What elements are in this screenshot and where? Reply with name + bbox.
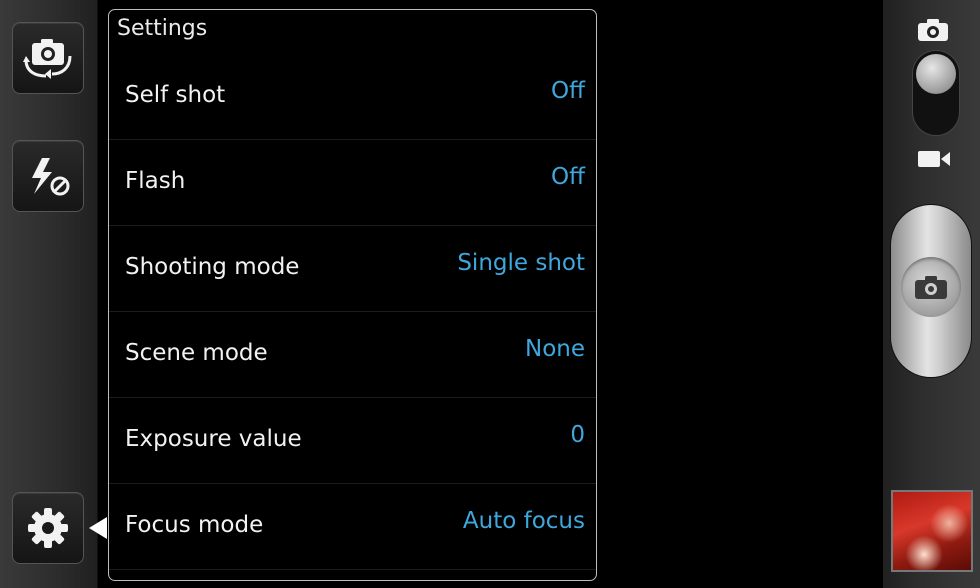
right-control-bar bbox=[883, 0, 980, 588]
camera-icon bbox=[918, 19, 948, 41]
flash-button[interactable] bbox=[12, 140, 84, 212]
gear-icon bbox=[28, 508, 68, 548]
settings-button[interactable] bbox=[12, 492, 84, 564]
setting-value: None bbox=[524, 336, 585, 362]
last-photo-thumbnail[interactable] bbox=[891, 490, 973, 572]
shutter-button[interactable] bbox=[891, 205, 971, 377]
setting-label: Flash bbox=[125, 168, 186, 194]
settings-title: Settings bbox=[117, 16, 208, 41]
setting-label: Shooting mode bbox=[125, 254, 300, 280]
camera-switch-icon bbox=[23, 39, 72, 79]
shutter-camera-icon bbox=[915, 276, 947, 299]
switch-camera-button[interactable] bbox=[12, 22, 84, 94]
left-toolbar bbox=[0, 0, 98, 588]
setting-label: Self shot bbox=[125, 82, 226, 108]
setting-value: Single shot bbox=[457, 250, 585, 276]
setting-value: Off bbox=[551, 78, 585, 104]
setting-value: Off bbox=[551, 164, 585, 190]
settings-row-scene-mode[interactable]: Scene mode None bbox=[109, 312, 596, 398]
settings-row-self-shot[interactable]: Self shot Off bbox=[109, 54, 596, 140]
settings-row-shooting-mode[interactable]: Shooting mode Single shot bbox=[109, 226, 596, 312]
mode-switch-knob[interactable] bbox=[916, 54, 956, 94]
settings-row-flash[interactable]: Flash Off bbox=[109, 140, 596, 226]
setting-value: 0 bbox=[570, 422, 585, 448]
flash-off-icon bbox=[32, 158, 70, 196]
setting-label: Focus mode bbox=[125, 512, 264, 538]
setting-label: Exposure value bbox=[125, 426, 302, 452]
settings-panel: Settings Self shot Off Flash Off Shootin… bbox=[108, 9, 597, 581]
setting-value: Auto focus bbox=[462, 508, 585, 534]
camera-video-mode-switch[interactable] bbox=[912, 50, 960, 136]
settings-row-exposure-value[interactable]: Exposure value 0 bbox=[109, 398, 596, 484]
setting-label: Scene mode bbox=[125, 340, 268, 366]
video-camera-icon bbox=[918, 151, 950, 167]
settings-row-focus-mode[interactable]: Focus mode Auto focus bbox=[109, 484, 596, 570]
settings-pointer-arrow bbox=[89, 517, 107, 539]
shutter-button-face[interactable] bbox=[901, 257, 961, 317]
